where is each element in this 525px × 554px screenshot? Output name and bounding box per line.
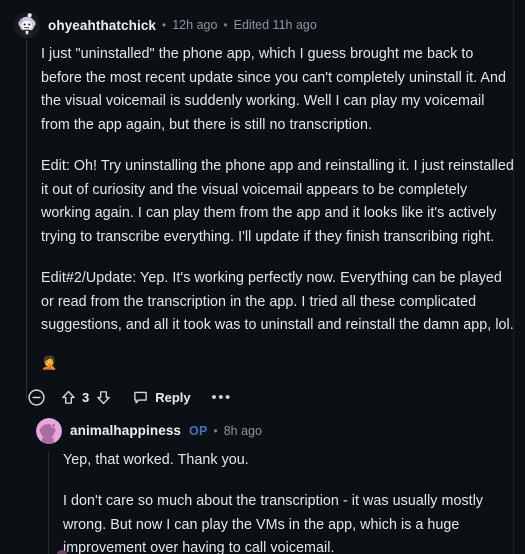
comment-edited-timestamp: Edited 11h ago: [233, 18, 317, 32]
vote-count: 3: [82, 390, 90, 405]
comment-paragraph: Edit#2/Update: Yep. It's working perfect…: [41, 270, 514, 333]
reply-button[interactable]: Reply: [133, 390, 191, 405]
reply-label: Reply: [155, 390, 191, 405]
snoo-avatar-lavender[interactable]: [14, 12, 40, 38]
thread-collapse-line[interactable]: [48, 451, 49, 554]
meta-separator: •: [213, 423, 218, 438]
comment-timestamp: 12h ago: [172, 18, 218, 32]
vote-controls: 3: [56, 385, 115, 411]
comment-emoji: 🤦: [41, 354, 58, 370]
upvote-arrow-icon[interactable]: [56, 385, 80, 411]
downvote-arrow-icon[interactable]: [91, 385, 115, 411]
meta-separator: •: [223, 18, 228, 32]
comment-thread-item-top: ohyeahthatchick • 12h ago • Edited 11h a…: [0, 0, 525, 414]
comment-author-username[interactable]: animalhappiness: [70, 423, 181, 438]
comment-paragraph: I just "uninstalled" the phone app, whic…: [41, 46, 506, 133]
comment-body: I just "uninstalled" the phone app, whic…: [41, 38, 525, 372]
next-comment-thread-line: [48, 548, 49, 554]
more-options-glyph: •••: [211, 388, 232, 406]
comment-bubble-icon: [133, 390, 148, 405]
comment-timestamp: 8h ago: [223, 423, 262, 438]
op-badge: OP: [189, 423, 208, 438]
comment-header: animalhappiness OP • 8h ago: [36, 417, 525, 444]
comment-paragraph: I don't care so much about the transcrip…: [63, 493, 484, 554]
snoo-avatar-pink[interactable]: [36, 417, 62, 444]
meta-separator: •: [162, 18, 167, 32]
more-options-icon[interactable]: •••: [209, 385, 235, 411]
comment-action-bar: 3 Reply •••: [23, 382, 525, 414]
thread-collapse-line[interactable]: [26, 40, 27, 398]
comment-header: ohyeahthatchick • 12h ago • Edited 11h a…: [14, 12, 525, 38]
comment-body: Yep, that worked. Thank you. I don't car…: [63, 444, 525, 554]
next-comment-avatar-peek: [57, 550, 67, 554]
comment-paragraph: Edit: Oh! Try uninstalling the phone app…: [41, 158, 514, 245]
comment-thread-panel: ohyeahthatchick • 12h ago • Edited 11h a…: [0, 0, 525, 554]
comment-thread-item-nested: animalhappiness OP • 8h ago Yep, that wo…: [0, 414, 525, 554]
comment-paragraph: Yep, that worked. Thank you.: [63, 451, 249, 468]
comment-author-username[interactable]: ohyeahthatchick: [48, 18, 156, 33]
